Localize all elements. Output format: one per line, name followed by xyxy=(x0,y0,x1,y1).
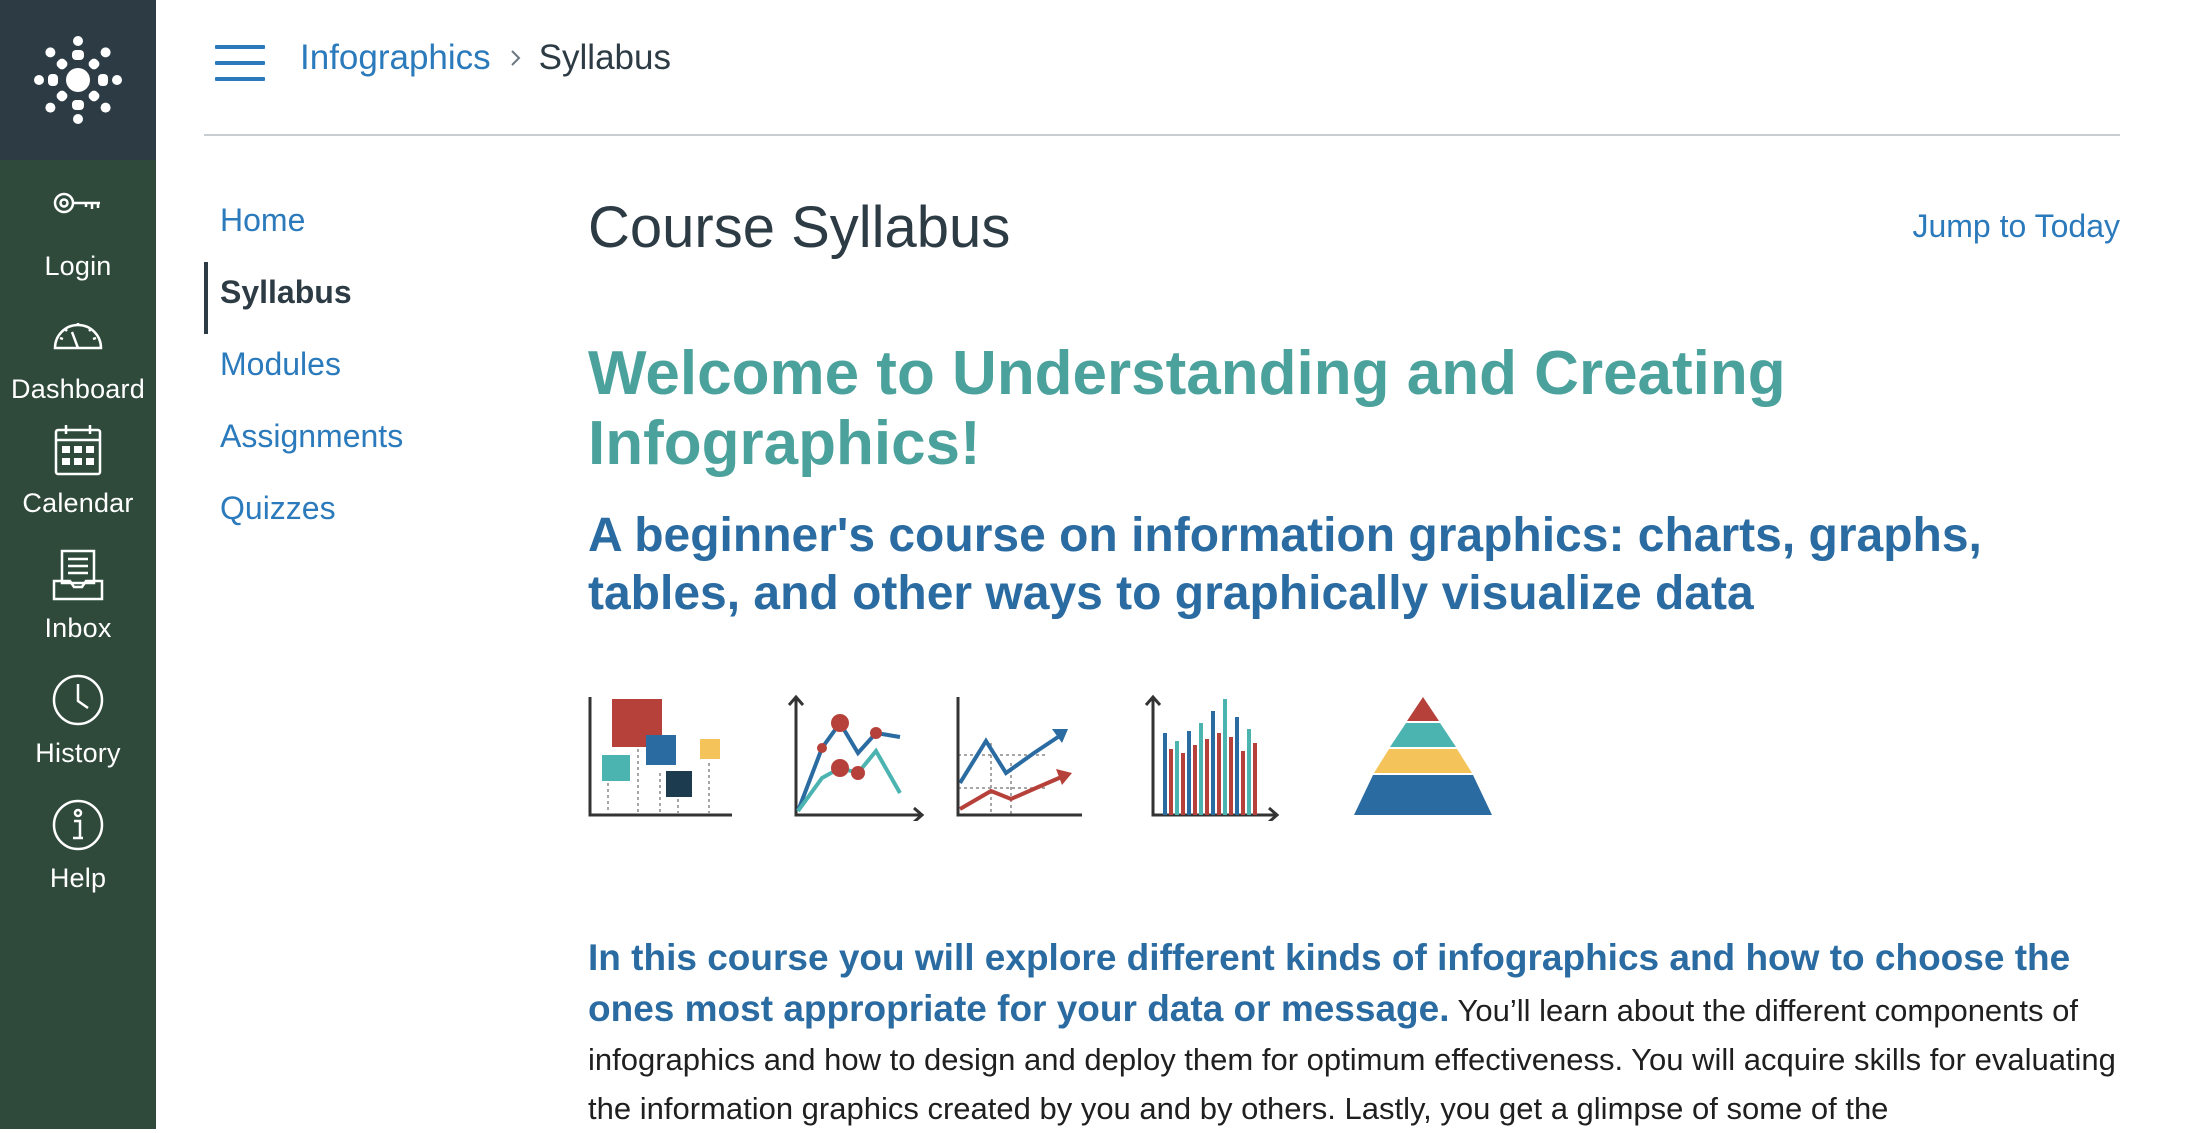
page-title: Course Syllabus xyxy=(588,195,1011,260)
jump-to-today-link[interactable]: Jump to Today xyxy=(1912,208,2120,245)
hamburger-icon xyxy=(215,45,265,49)
breadcrumb-current: Syllabus xyxy=(538,38,671,77)
hamburger-menu-button[interactable] xyxy=(215,45,265,85)
pyramid-icon xyxy=(1354,697,1492,815)
inbox-icon xyxy=(52,549,104,601)
nav-item-dashboard[interactable]: Dashboard xyxy=(0,308,156,426)
speedometer-icon xyxy=(53,323,103,350)
nav-item-history[interactable]: History xyxy=(0,672,156,790)
nav-item-help[interactable]: Help xyxy=(0,797,156,915)
course-nav-syllabus[interactable]: Syllabus xyxy=(204,262,534,334)
course-subtitle: A beginner's course on information graph… xyxy=(588,509,1982,620)
nav-label-history: History xyxy=(35,738,121,768)
infographic-icons xyxy=(588,693,2120,833)
course-nav-assignments[interactable]: Assignments xyxy=(204,406,534,478)
course-nav: Home Syllabus Modules Assignments Quizze… xyxy=(204,190,534,550)
breadcrumb-course-link[interactable]: Infographics xyxy=(300,38,491,78)
bar-chart-icon xyxy=(1144,694,1280,821)
nav-label-dashboard: Dashboard xyxy=(11,374,145,404)
box-plot-icon xyxy=(588,697,732,817)
nav-item-login[interactable]: Login xyxy=(0,185,156,303)
page-header: Infographics Syllabus xyxy=(204,0,2120,136)
global-nav: Login Dashboard Calendar Inbox History H… xyxy=(0,0,156,1129)
hamburger-icon-bar xyxy=(215,61,265,65)
course-nav-home[interactable]: Home xyxy=(204,190,534,262)
main-content: Course Syllabus Jump to Today Welcome to… xyxy=(588,180,2120,1133)
breadcrumb: Infographics Syllabus xyxy=(300,38,671,78)
nav-label-help: Help xyxy=(49,863,107,893)
canvas-logo-icon xyxy=(34,36,122,124)
trend-chart-icon xyxy=(956,697,1082,817)
nav-label-calendar: Calendar xyxy=(22,488,134,518)
hamburger-icon-bar xyxy=(215,77,265,81)
course-nav-modules[interactable]: Modules xyxy=(204,334,534,406)
welcome-heading: Welcome to Understanding and Creating In… xyxy=(588,339,1786,478)
key-icon xyxy=(53,192,100,214)
clock-icon xyxy=(52,674,104,726)
nav-label-login: Login xyxy=(44,251,112,281)
chevron-right-icon xyxy=(510,50,521,66)
line-chart-icon xyxy=(788,694,925,821)
nav-item-inbox[interactable]: Inbox xyxy=(0,547,156,665)
calendar-icon xyxy=(54,425,102,476)
nav-label-inbox: Inbox xyxy=(44,613,112,643)
canvas-logo[interactable] xyxy=(0,0,156,160)
info-icon xyxy=(52,799,104,851)
nav-item-calendar[interactable]: Calendar xyxy=(0,422,156,540)
course-nav-quizzes[interactable]: Quizzes xyxy=(204,478,534,550)
intro-paragraph: In this course you will explore differen… xyxy=(588,933,2120,1133)
